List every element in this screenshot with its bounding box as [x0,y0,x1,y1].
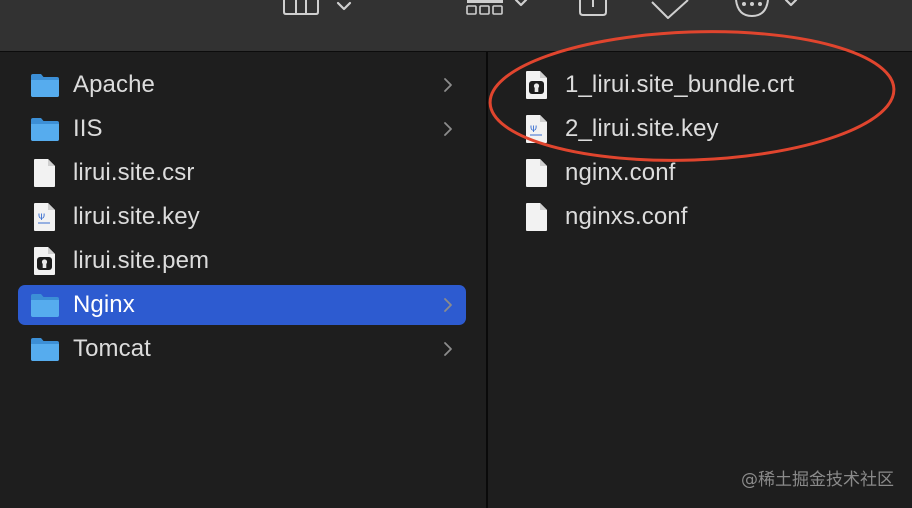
right-column: 1_lirui.site_bundle.crt Ψ 2_lirui.site.key… [488,52,912,508]
item-label: 2_lirui.site.key [565,115,719,142]
folder-icon [30,114,60,144]
item-label: IIS [73,115,103,142]
file-row-1-lirui-site-bundle-crt[interactable]: 1_lirui.site_bundle.crt [518,65,898,105]
tag-icon[interactable] [650,0,692,26]
item-label: 1_lirui.site_bundle.crt [565,71,795,98]
item-label: Tomcat [73,335,151,362]
item-label: nginx.conf [565,159,676,186]
blank-file-icon [30,158,60,188]
svg-text:Ψ: Ψ [38,213,45,223]
item-label: Apache [73,71,155,98]
left-column: Apache IIS lirui.site.csr Ψlirui.site.key li… [0,52,486,508]
cert-file-icon [30,246,60,276]
chevron-right-icon [442,121,454,137]
folder-icon [30,70,60,100]
key-file-icon: Ψ [522,114,552,144]
share-icon[interactable] [578,0,610,26]
item-label: lirui.site.pem [73,247,210,274]
finder-window: Apache IIS lirui.site.csr Ψlirui.site.key li… [0,0,912,508]
folder-row-tomcat[interactable]: Tomcat [18,329,466,369]
file-row-lirui-site-pem[interactable]: lirui.site.pem [18,241,466,281]
file-row-lirui-site-key[interactable]: Ψlirui.site.key [18,197,466,237]
item-label: lirui.site.key [73,203,200,230]
folder-row-nginx[interactable]: Nginx [18,285,466,325]
item-label: nginxs.conf [565,203,688,230]
column-view-icon[interactable] [282,0,322,26]
watermark: @稀土掘金技术社区 [741,470,894,490]
file-row-2-lirui-site-key[interactable]: Ψ 2_lirui.site.key [518,109,898,149]
blank-file-icon [522,202,552,232]
item-label: lirui.site.csr [73,159,195,186]
toolbar [0,0,912,52]
view-options-chevron-icon[interactable] [336,0,354,26]
key-file-icon: Ψ [30,202,60,232]
file-row-nginx-conf[interactable]: nginx.conf [518,153,898,193]
chevron-right-icon [442,297,454,313]
folder-icon [30,290,60,320]
chevron-right-icon [442,77,454,93]
file-row-nginxs-conf[interactable]: nginxs.conf [518,197,898,237]
folder-row-iis[interactable]: IIS [18,109,466,149]
blank-file-icon [522,158,552,188]
svg-text:Ψ: Ψ [530,125,537,135]
file-row-lirui-site-csr[interactable]: lirui.site.csr [18,153,466,193]
item-label: Nginx [73,291,135,318]
more-icon[interactable] [734,0,804,26]
folder-row-apache[interactable]: Apache [18,65,466,105]
chevron-right-icon [442,341,454,357]
cert-file-icon [522,70,552,100]
folder-icon [30,334,60,364]
group-icon[interactable] [466,0,536,26]
